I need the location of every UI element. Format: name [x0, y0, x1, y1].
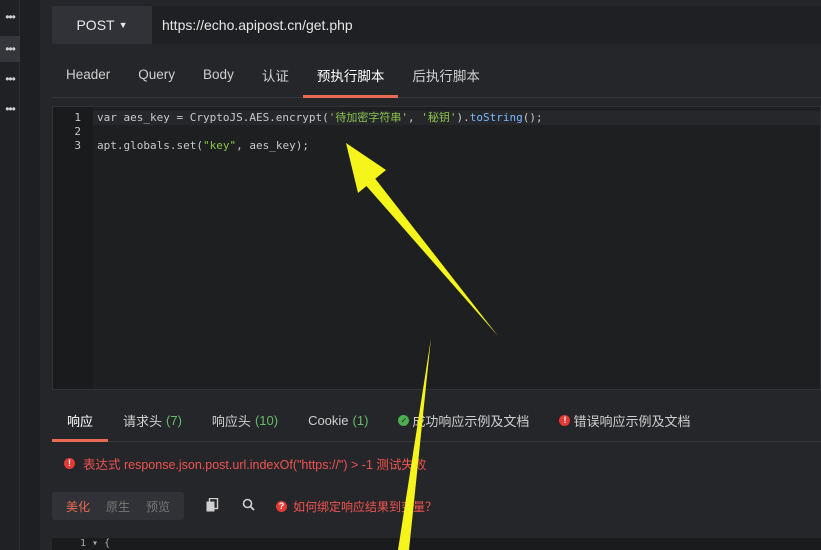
tab-response[interactable]: 响应 — [52, 400, 109, 442]
gutter — [20, 0, 40, 550]
caret-down-icon: ▼ — [118, 20, 128, 30]
ellipsis-icon: ••• — [5, 102, 16, 116]
url-bar: POST ▼ https://echo.apipost.cn/get.php — [52, 6, 821, 44]
request-tabs: Header Query Body 认证 预执行脚本 后执行脚本 — [52, 52, 821, 98]
copy-icon[interactable] — [204, 497, 220, 515]
tab-auth[interactable]: 认证 — [248, 52, 303, 97]
code-area[interactable]: var aes_key = CryptoJS.AES.encrypt('待加密字… — [93, 107, 820, 389]
check-circle-icon: ✓ — [398, 415, 410, 426]
code-line-1: var aes_key = CryptoJS.AES.encrypt('待加密字… — [93, 111, 820, 125]
tab-success-docs[interactable]: ✓ 成功响应示例及文档 — [383, 400, 544, 441]
tab-body[interactable]: Body — [189, 52, 248, 97]
method-label: POST — [76, 17, 115, 33]
alert-circle-icon: ! — [64, 457, 75, 469]
response-line: 1 ▾ { — [80, 538, 111, 549]
question-circle-icon: ? — [276, 500, 288, 512]
ellipsis-icon: ••• — [5, 10, 16, 24]
line-number: 3 — [74, 139, 81, 152]
response-toolbar: 美化 原生 预览 ? 如何绑定响应结果到变量？ — [52, 492, 821, 520]
error-text: 表达式 response.json.post.url.indexOf("http… — [83, 457, 427, 472]
method-select[interactable]: POST ▼ — [52, 6, 152, 44]
response-editor[interactable]: 1 ▾ { — [52, 538, 821, 550]
tab-request-headers[interactable]: 请求头 (7) — [108, 400, 197, 441]
rail-item-3[interactable]: ••• — [0, 66, 20, 92]
tab-header[interactable]: Header — [52, 52, 124, 97]
line-number: 2 — [74, 125, 81, 138]
url-text: https://echo.apipost.cn/get.php — [162, 17, 353, 33]
rail-item-2[interactable]: ••• — [0, 36, 20, 62]
count-badge: (7) — [166, 413, 182, 428]
bind-response-help-link[interactable]: ? 如何绑定响应结果到变量？ — [276, 498, 437, 515]
line-numbers: 1 2 3 — [53, 107, 93, 389]
search-icon[interactable] — [240, 498, 256, 514]
beautify-button[interactable]: 美化 — [58, 498, 98, 515]
tab-error-docs[interactable]: ! 错误响应示例及文档 — [544, 400, 705, 441]
rail-item-1[interactable]: ••• — [0, 4, 20, 30]
request-panel: POST ▼ https://echo.apipost.cn/get.php H… — [40, 0, 821, 550]
tab-post-script[interactable]: 后执行脚本 — [398, 52, 494, 97]
url-input[interactable]: https://echo.apipost.cn/get.php — [152, 6, 821, 44]
count-badge: (10) — [254, 413, 279, 428]
app-window: ••• ••• ••• ••• POST ▼ https://echo.apip… — [0, 0, 821, 550]
alert-circle-icon: ! — [559, 415, 571, 426]
tab-cookie[interactable]: Cookie (1) — [293, 400, 383, 441]
line-number: 1 — [74, 111, 81, 124]
rail-item-4[interactable]: ••• — [0, 96, 20, 122]
script-editor[interactable]: 1 2 3 var aes_key = CryptoJS.AES.encrypt… — [52, 106, 821, 390]
tab-response-headers[interactable]: 响应头 (10) — [197, 400, 293, 441]
ellipsis-icon: ••• — [5, 72, 16, 86]
raw-button[interactable]: 原生 — [98, 498, 138, 515]
test-error-message: ! 表达式 response.json.post.url.indexOf("ht… — [52, 448, 821, 478]
view-mode-toggle: 美化 原生 预览 — [52, 492, 185, 520]
code-line-3: apt.globals.set("key", aes_key); — [97, 139, 309, 152]
response-tabs: 响应 请求头 (7) 响应头 (10) Cookie (1) ✓ 成功响应示例及文档 !… — [52, 400, 821, 442]
left-rail: ••• ••• ••• ••• — [0, 0, 20, 550]
tab-query[interactable]: Query — [124, 52, 189, 97]
tab-pre-script[interactable]: 预执行脚本 — [302, 52, 399, 98]
ellipsis-icon: ••• — [5, 42, 16, 56]
count-badge: (1) — [352, 413, 369, 428]
preview-button[interactable]: 预览 — [138, 498, 178, 515]
